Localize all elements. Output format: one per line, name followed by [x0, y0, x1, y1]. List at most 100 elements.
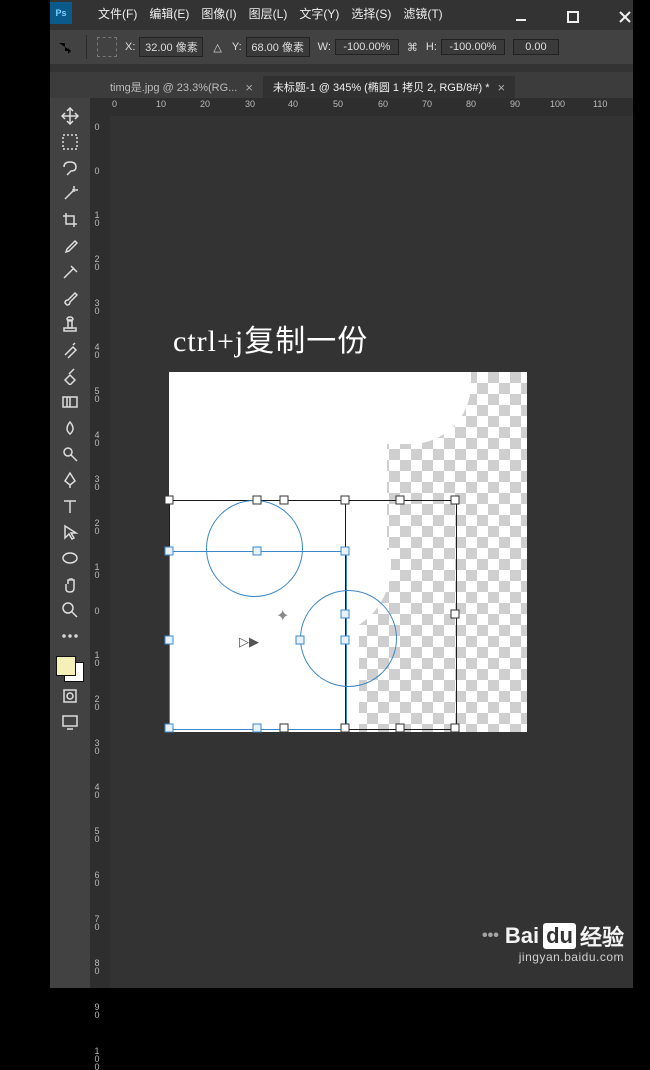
ruler-tick: 90: [92, 1002, 102, 1018]
close-button[interactable]: [614, 6, 636, 28]
lasso-tool[interactable]: [55, 156, 85, 180]
ruler-tick: 60: [378, 99, 388, 109]
transform-handle[interactable]: [280, 724, 289, 733]
transform-handle[interactable]: [253, 724, 262, 733]
transform-handle[interactable]: [165, 636, 174, 645]
ruler-tick: 90: [510, 99, 520, 109]
tab-document-2[interactable]: 未标题-1 @ 345% (椭圆 1 拷贝 2, RGB/8#) * ×: [263, 76, 515, 98]
wand-tool[interactable]: [55, 182, 85, 206]
transform-handle[interactable]: [253, 496, 262, 505]
transform-handle[interactable]: [341, 724, 350, 733]
menu-file[interactable]: 文件(F): [98, 5, 137, 22]
value-angle[interactable]: 0.00: [513, 39, 559, 55]
window-controls: [510, 6, 636, 28]
brush-tool[interactable]: [55, 286, 85, 310]
menu-bar: Ps 文件(F) 编辑(E) 图像(I) 图层(L) 文字(Y) 选择(S) 滤…: [50, 2, 449, 24]
menu-filter[interactable]: 滤镜(T): [403, 5, 442, 22]
ruler-tick: 50: [92, 826, 102, 842]
tab-close-icon[interactable]: ×: [497, 80, 505, 95]
center-point-icon: ✦: [276, 606, 289, 626]
quickmask-tool[interactable]: [55, 684, 85, 708]
eyedropper-tool[interactable]: [55, 234, 85, 258]
transform-handle[interactable]: [296, 636, 305, 645]
transform-handle[interactable]: [451, 724, 460, 733]
blur-tool[interactable]: [55, 416, 85, 440]
transform-handle[interactable]: [165, 547, 174, 556]
field-x[interactable]: X: 32.00 像素: [125, 37, 203, 57]
marquee-tool[interactable]: [55, 130, 85, 154]
foreground-color[interactable]: [56, 656, 76, 676]
ruler-tick: 20: [92, 694, 102, 710]
heal-tool[interactable]: [55, 260, 85, 284]
ruler-tick: 110: [593, 99, 607, 109]
crop-tool[interactable]: [55, 208, 85, 232]
tab-document-1[interactable]: timg是.jpg @ 23.3%(RG... ×: [100, 76, 263, 98]
menu-layer[interactable]: 图层(L): [249, 5, 288, 22]
transform-handle[interactable]: [341, 496, 350, 505]
transform-handle[interactable]: [451, 496, 460, 505]
label-x: X:: [125, 41, 135, 53]
ruler-tick: 30: [92, 474, 102, 490]
ruler-tick: 70: [422, 99, 432, 109]
value-w[interactable]: -100.00%: [335, 39, 399, 55]
reference-point-icon[interactable]: [97, 37, 117, 57]
ruler-tick: 40: [288, 99, 298, 109]
transform-handle[interactable]: [341, 547, 350, 556]
ruler-tick: 10: [92, 210, 102, 226]
value-y[interactable]: 68.00 像素: [246, 37, 310, 57]
transform-handle[interactable]: [253, 547, 262, 556]
value-x[interactable]: 32.00 像素: [139, 37, 203, 57]
menu-edit[interactable]: 编辑(E): [149, 5, 189, 22]
path-select-tool[interactable]: [55, 520, 85, 544]
dodge-tool[interactable]: [55, 442, 85, 466]
options-bar: X: 32.00 像素 △ Y: 68.00 像素 W: -100.00% ⌘ …: [50, 30, 633, 64]
transform-handle[interactable]: [165, 496, 174, 505]
transform-handle[interactable]: [451, 610, 460, 619]
color-swatches[interactable]: [56, 656, 84, 682]
ruler-tick: 40: [92, 342, 102, 358]
delta-icon[interactable]: △: [213, 41, 221, 54]
type-tool[interactable]: [55, 494, 85, 518]
maximize-button[interactable]: [562, 6, 584, 28]
history-brush-tool[interactable]: [55, 338, 85, 362]
field-w[interactable]: W: -100.00%: [318, 39, 399, 55]
canvas-area[interactable]: ctrl+j复制一份: [110, 116, 633, 988]
field-y[interactable]: Y: 68.00 像素: [232, 37, 310, 57]
ruler-vertical[interactable]: 0010203040504030201001020304050607080901…: [90, 116, 111, 988]
pen-tool[interactable]: [55, 468, 85, 492]
transform-handle[interactable]: [396, 496, 405, 505]
ruler-tick: 40: [92, 782, 102, 798]
menu-image[interactable]: 图像(I): [201, 5, 236, 22]
link-wh-icon[interactable]: ⌘: [407, 41, 418, 54]
transform-handle[interactable]: [341, 636, 350, 645]
hand-tool[interactable]: [55, 572, 85, 596]
ruler-tick: 100: [92, 1046, 102, 1070]
shape-tool[interactable]: [55, 546, 85, 570]
transform-handle[interactable]: [280, 496, 289, 505]
gradient-tool[interactable]: [55, 390, 85, 414]
field-angle[interactable]: 0.00: [513, 39, 559, 55]
minimize-button[interactable]: [510, 6, 532, 28]
transform-icon[interactable]: [54, 36, 76, 58]
menu-type[interactable]: 文字(Y): [299, 5, 339, 22]
eraser-tool[interactable]: [55, 364, 85, 388]
field-h[interactable]: H: -100.00%: [426, 39, 505, 55]
brand-text: du: [543, 923, 576, 949]
transform-handle[interactable]: [396, 724, 405, 733]
ruler-tick: 20: [92, 518, 102, 534]
cursor-icon: ▷▶: [239, 634, 259, 650]
value-h[interactable]: -100.00%: [441, 39, 505, 55]
menu-select[interactable]: 选择(S): [351, 5, 391, 22]
document-canvas[interactable]: ✦ ▷▶: [169, 372, 527, 732]
tab-close-icon[interactable]: ×: [245, 80, 253, 95]
screenmode-tool[interactable]: [55, 710, 85, 734]
more-tools[interactable]: [55, 624, 85, 648]
transform-handle[interactable]: [341, 610, 350, 619]
ruler-tick: 10: [92, 650, 102, 666]
zoom-tool[interactable]: [55, 598, 85, 622]
stamp-tool[interactable]: [55, 312, 85, 336]
transform-handle[interactable]: [165, 724, 174, 733]
move-tool[interactable]: [55, 104, 85, 128]
ruler-tick: 40: [92, 430, 102, 446]
ruler-horizontal[interactable]: 0 10 20 30 40 50 60 70 80 90 100 110: [90, 98, 633, 117]
